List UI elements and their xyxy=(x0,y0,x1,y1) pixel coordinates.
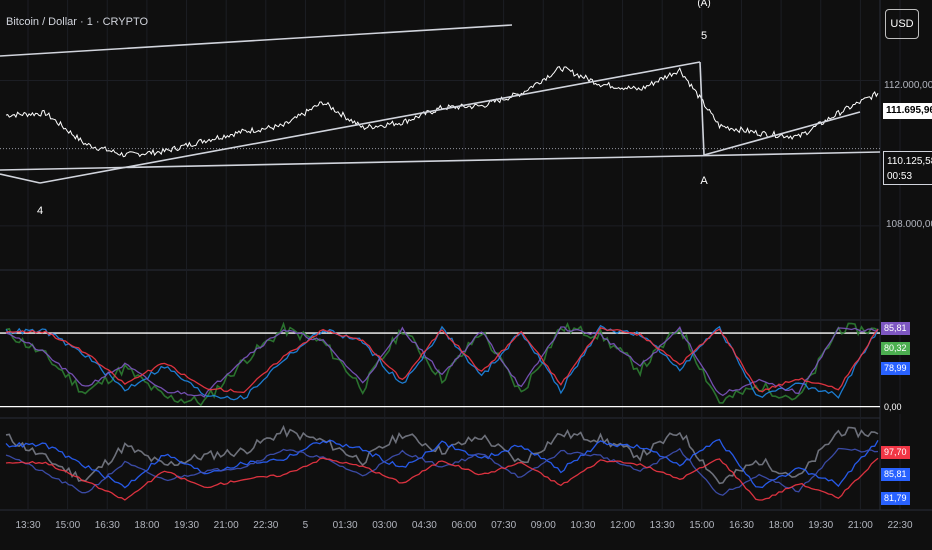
time-axis-label: 22:30 xyxy=(887,520,913,531)
oscillator-2-line-1 xyxy=(5,438,879,489)
time-axis-label: 15:00 xyxy=(689,520,715,531)
oscillator-1-value-tag: 80,32 xyxy=(881,342,910,355)
time-axis-label: 21:00 xyxy=(213,520,239,531)
upper-trend-line xyxy=(0,24,513,57)
oscillator-2-value-tag: 81,79 xyxy=(881,492,910,505)
price-tick-112000: 112.000,00 xyxy=(884,80,932,91)
wave-line-left xyxy=(0,173,41,184)
support-price-tag: 110.125,58 00:53 xyxy=(883,151,932,185)
support-price-value: 110.125,58 xyxy=(887,156,932,167)
time-axis-label: 13:30 xyxy=(649,520,675,531)
time-axis-label: 16:30 xyxy=(728,520,754,531)
oscillator-1-line-2 xyxy=(5,326,879,398)
time-axis-label: 09:00 xyxy=(530,520,556,531)
time-axis-label: 13:30 xyxy=(15,520,41,531)
wave-label-4: 4 xyxy=(36,205,44,217)
time-axis-label: 15:00 xyxy=(55,520,81,531)
time-axis-label: 06:00 xyxy=(451,520,477,531)
oscillator-1-value-tag: 85,81 xyxy=(881,322,910,335)
currency-button[interactable]: USD xyxy=(885,9,919,39)
time-axis-label: 16:30 xyxy=(94,520,120,531)
price-tick-108000: 108.000,00 xyxy=(886,219,932,230)
time-axis-label: 03:00 xyxy=(372,520,398,531)
time-axis-label: 10:30 xyxy=(570,520,596,531)
oscillator-1-value-tag: 0,00 xyxy=(881,401,905,414)
wave-label-a-paren: (A) xyxy=(697,0,711,9)
symbol-title[interactable]: Bitcoin / Dollar · 1 · CRYPTO xyxy=(6,16,148,28)
time-axis-label: 5 xyxy=(302,520,309,531)
time-axis-label: 19:30 xyxy=(808,520,834,531)
wave-line-rise xyxy=(703,111,861,156)
oscillator-2-line-2 xyxy=(5,447,879,496)
oscillator-2-value-tag: 97,70 xyxy=(881,446,910,459)
oscillator-1-line-0 xyxy=(5,321,879,407)
time-axis-label: 04:30 xyxy=(411,520,437,531)
time-axis-label: 12:00 xyxy=(610,520,636,531)
current-price-tag: 111.695,96 xyxy=(883,103,932,119)
oscillator-2-value-tag: 85,81 xyxy=(881,468,910,481)
time-axis-label: 22:30 xyxy=(253,520,279,531)
time-axis-label: 01:30 xyxy=(332,520,358,531)
time-axis-label: 18:00 xyxy=(134,520,160,531)
lower-trend-line xyxy=(0,151,881,171)
oscillator-1-value-tag: 78,99 xyxy=(881,362,910,375)
bar-countdown: 00:53 xyxy=(887,171,913,182)
time-axis-label: 07:30 xyxy=(491,520,517,531)
time-axis-label: 21:00 xyxy=(847,520,873,531)
time-axis-label: 19:30 xyxy=(174,520,200,531)
chart-canvas[interactable] xyxy=(0,0,932,550)
wave-label-a: A xyxy=(700,175,708,187)
wave-label-5: 5 xyxy=(700,30,708,42)
time-axis-label: 18:00 xyxy=(768,520,794,531)
